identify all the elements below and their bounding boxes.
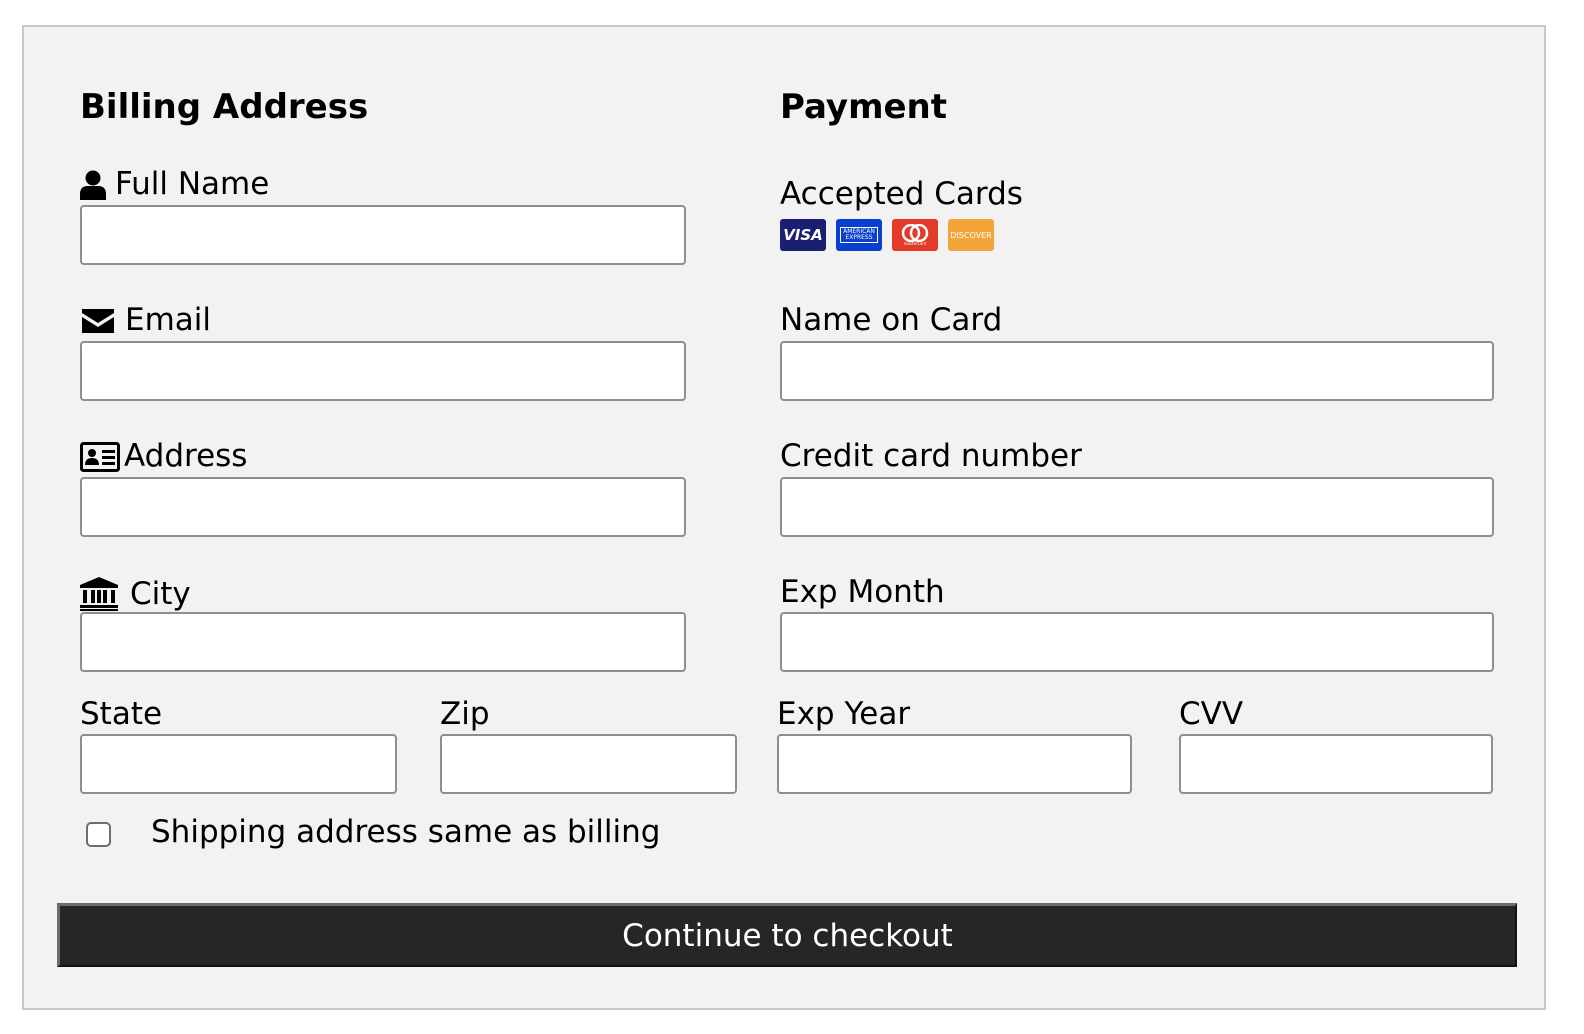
visa-card-text: VISA	[783, 226, 823, 244]
user-icon	[80, 170, 106, 200]
cvv-input[interactable]	[1179, 734, 1493, 794]
city-input[interactable]	[80, 612, 686, 672]
email-label: Email	[80, 305, 211, 336]
address-label-text: Address	[124, 438, 248, 474]
continue-to-checkout-label: Continue to checkout	[622, 917, 953, 954]
email-input[interactable]	[80, 341, 686, 401]
exp-year-label-text: Exp Year	[777, 696, 911, 732]
discover-card-text: DISCOVER	[950, 230, 992, 240]
full-name-label: Full Name	[80, 169, 269, 200]
mastercard-card-icon: mastercard	[892, 219, 938, 251]
mastercard-circles	[901, 224, 929, 242]
zip-label: Zip	[440, 699, 490, 730]
address-input[interactable]	[80, 477, 686, 537]
address-label: Address	[80, 441, 247, 472]
accepted-cards-label-text: Accepted Cards	[780, 176, 1023, 212]
billing-heading: Billing Address	[80, 87, 369, 127]
email-label-text: Email	[125, 302, 212, 338]
full-name-label-text: Full Name	[115, 166, 270, 202]
state-label: State	[80, 699, 162, 730]
card-number-input[interactable]	[780, 477, 1494, 537]
exp-year-label: Exp Year	[777, 699, 910, 730]
payment-heading: Payment	[780, 87, 948, 127]
exp-year-input[interactable]	[777, 734, 1132, 794]
state-label-text: State	[80, 696, 163, 732]
state-input[interactable]	[80, 734, 397, 794]
cvv-label-text: CVV	[1179, 696, 1244, 732]
card-number-label: Credit card number	[780, 441, 1082, 472]
full-name-input[interactable]	[80, 205, 686, 265]
zip-input[interactable]	[440, 734, 737, 794]
city-label: City	[80, 577, 191, 611]
name-on-card-label: Name on Card	[780, 305, 1002, 336]
name-on-card-input[interactable]	[780, 341, 1494, 401]
amex-card-text: AMERICAN EXPRESS	[840, 226, 878, 244]
accepted-cards-label: Accepted Cards	[780, 179, 1023, 210]
visa-card-icon: VISA	[780, 219, 826, 251]
zip-label-text: Zip	[440, 696, 490, 732]
city-label-text: City	[130, 575, 191, 612]
exp-month-label-text: Exp Month	[780, 574, 945, 610]
shipping-same-checkbox[interactable]	[86, 822, 111, 847]
cvv-label: CVV	[1179, 699, 1243, 730]
address-card-icon	[80, 441, 120, 472]
amex-card-icon: AMERICAN EXPRESS	[836, 219, 882, 251]
name-on-card-label-text: Name on Card	[780, 302, 1003, 338]
checkout-form: Billing Address Full Name Email Address …	[22, 25, 1546, 1010]
mastercard-card-text: mastercard	[903, 241, 927, 246]
accepted-cards: VISA AMERICAN EXPRESS mastercard DISCOVE…	[780, 219, 994, 251]
institution-icon	[80, 577, 118, 611]
exp-month-label: Exp Month	[780, 577, 945, 608]
shipping-same-label[interactable]: Shipping address same as billing	[151, 817, 660, 848]
discover-card-icon: DISCOVER	[948, 219, 994, 251]
continue-to-checkout-button[interactable]: Continue to checkout	[57, 903, 1517, 967]
envelope-icon	[80, 307, 116, 335]
exp-month-input[interactable]	[780, 612, 1494, 672]
card-number-label-text: Credit card number	[780, 438, 1082, 474]
